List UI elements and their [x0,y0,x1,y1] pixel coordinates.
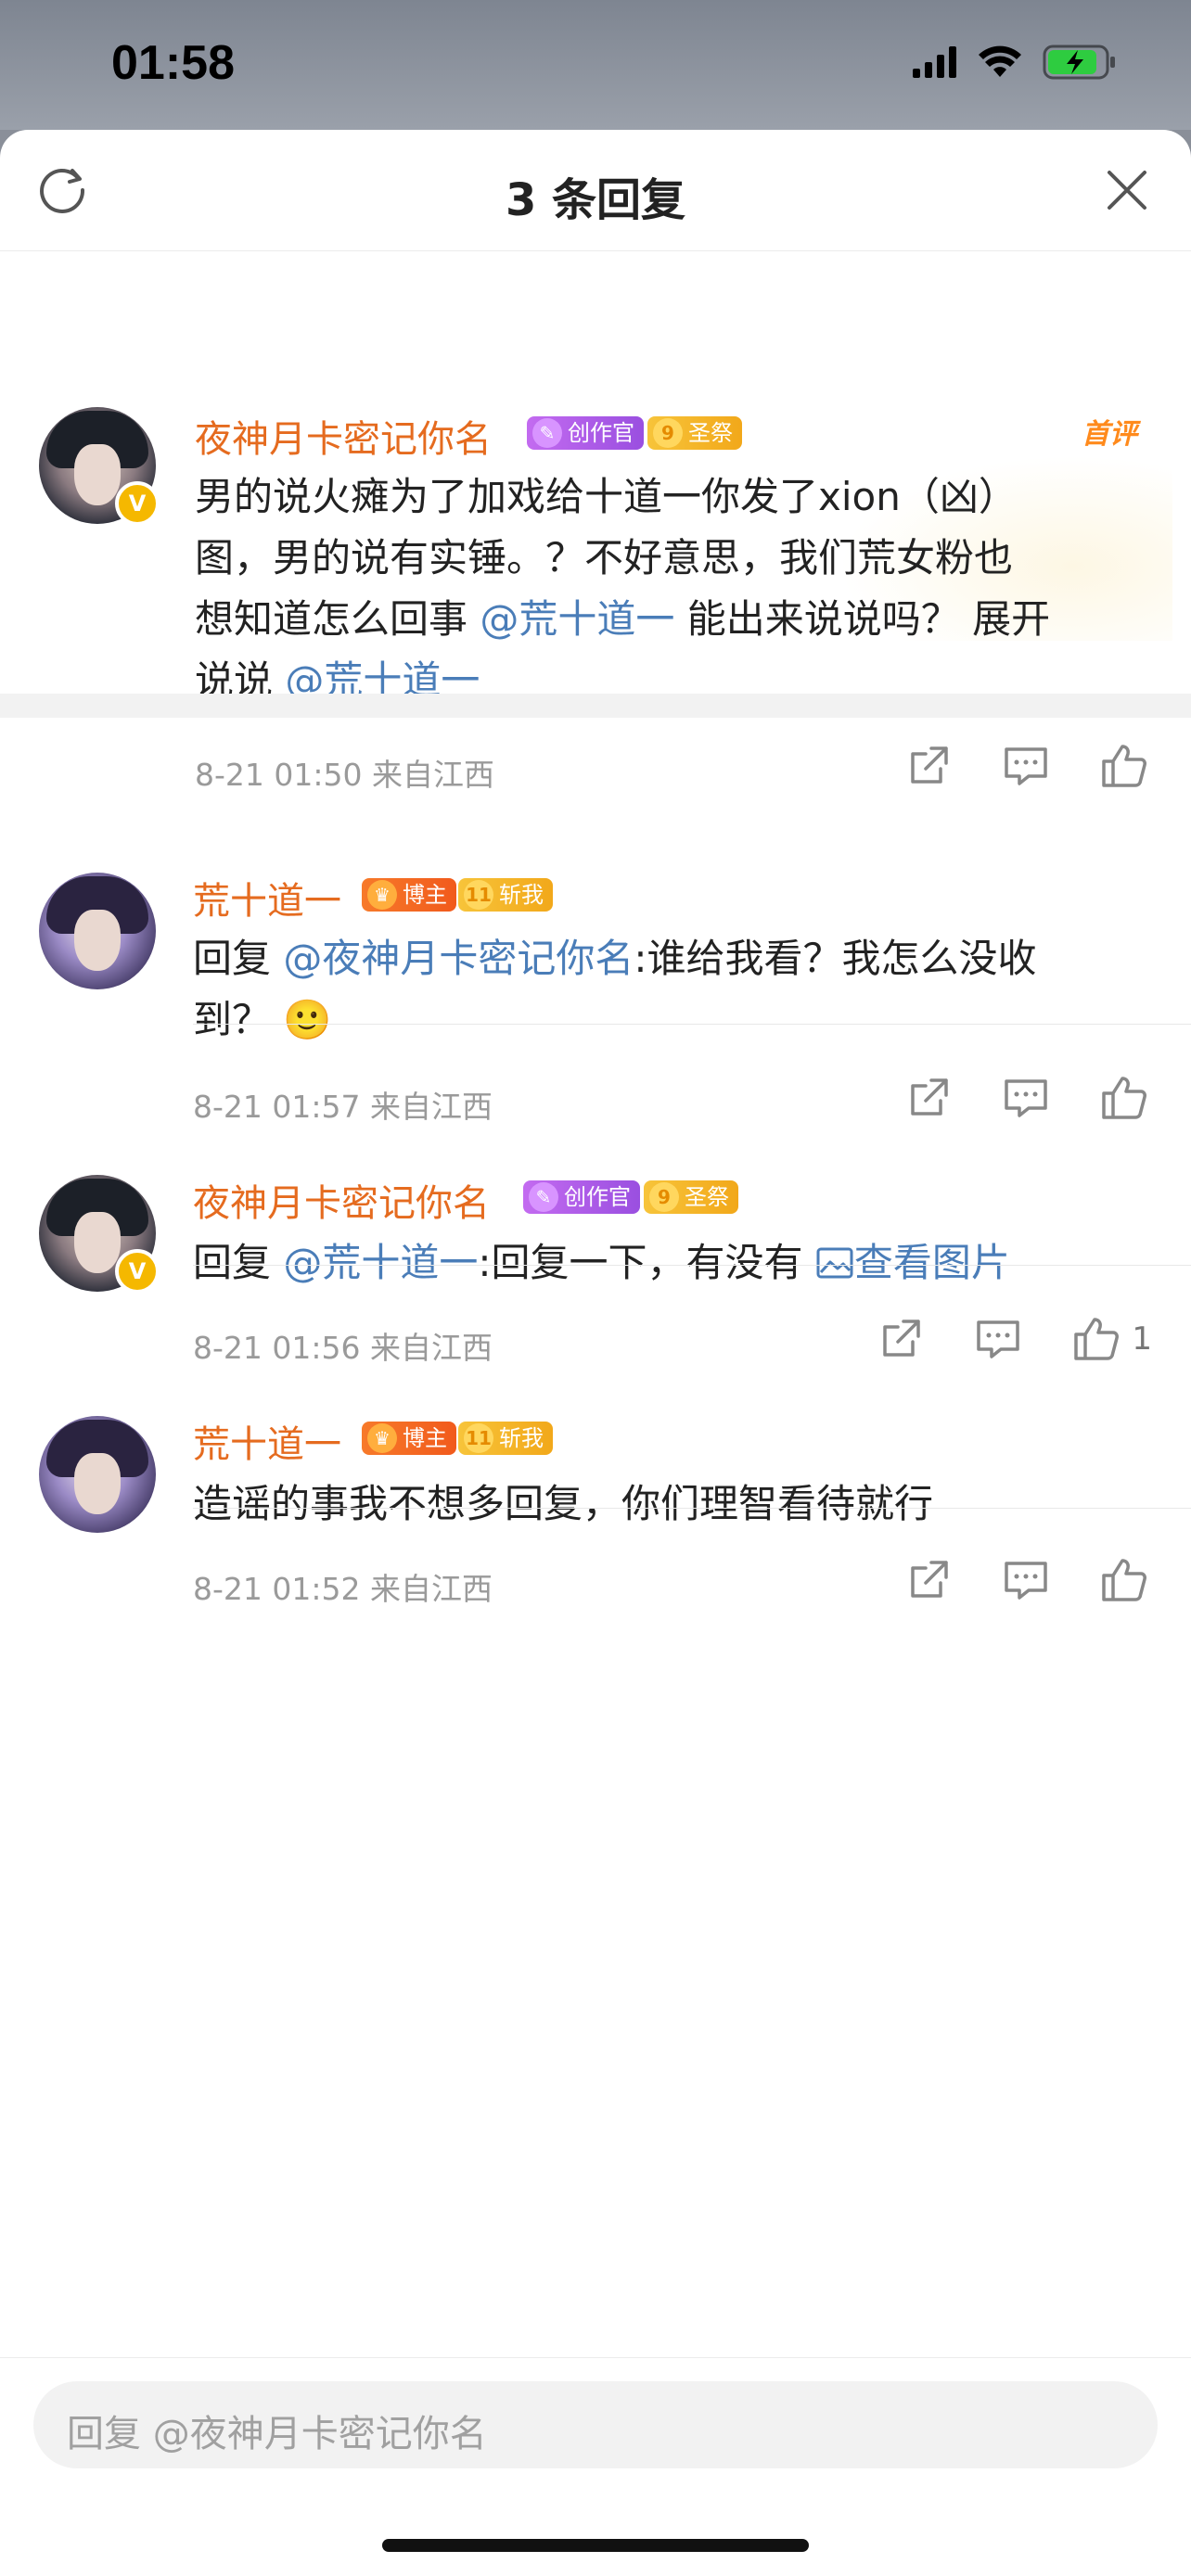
creator-badge-icon: ✎ [529,1182,558,1212]
sheet-title: 3 条回复 [505,174,686,226]
avatar[interactable] [39,873,156,989]
signal-icon [913,46,956,78]
verified-badge-icon: V [115,481,160,526]
like-icon[interactable] [1098,1555,1148,1605]
divider [193,1508,1191,1509]
like-icon[interactable] [1070,1314,1121,1364]
comment-meta: 8-21 01:52 来自江西 [193,1564,493,1609]
share-icon[interactable] [876,1314,926,1364]
level-badge-icon: 9 [653,418,683,448]
share-icon[interactable] [903,1073,954,1123]
comment-location: 来自江西 [372,757,494,793]
crown-icon: ♛ [367,880,397,910]
share-icon[interactable] [903,741,954,791]
mention-link[interactable]: @荒十道一 [283,1240,478,1285]
status-time: 01:58 [111,36,235,90]
username[interactable]: 夜神月卡密记你名 [193,1173,490,1227]
verified-badge-icon: V [115,1249,160,1294]
username[interactable]: 荒十道一 [193,1414,341,1468]
comment-text: 造谣的事我不想多回复，你们理智看待就行 [193,1481,934,1526]
comment-meta: 8-21 01:56 来自江西 [193,1323,493,1368]
wifi-icon [979,45,1021,77]
comment-text: 男的说火瘫为了加戏给十道一你发了xion（凶） 图，男的说有实锤。？不好意思，我… [195,474,1051,703]
reply-input-placeholder: 回复 @夜神月卡密记你名 [67,2413,487,2455]
creator-badge[interactable]: ✎ 创作官 [527,416,644,450]
level-badge[interactable]: 9 圣祭 [644,1180,738,1214]
comment-text: 回复 @荒十道一:回复一下，有没有 查看图片 [193,1240,1010,1285]
level-badge[interactable]: 9 圣祭 [647,416,742,450]
like-count: 1 [1132,1320,1152,1358]
sheet-header: 3 条回复 [0,130,1191,251]
blogger-badge[interactable]: ♛ 博主 [362,878,456,912]
comment-actions [903,1073,1148,1123]
reply-input[interactable]: 回复 @夜神月卡密记你名 [33,2381,1158,2468]
comment-icon[interactable] [1001,741,1051,791]
battery-icon [1043,45,1115,80]
mention-link[interactable]: @夜神月卡密记你名 [283,936,634,981]
crown-icon: ♛ [367,1423,397,1453]
level-badge-icon: 11 [464,1423,493,1453]
like-icon[interactable] [1098,1073,1148,1123]
avatar[interactable] [39,1416,156,1533]
comment-location: 来自江西 [370,1571,493,1607]
creator-badge[interactable]: ✎ 创作官 [523,1180,640,1214]
comment-location: 来自江西 [370,1330,493,1366]
comment-actions: 1 [876,1314,1152,1364]
avatar[interactable]: V [39,1175,160,1294]
mention-link[interactable]: @荒十道一 [480,596,674,642]
comment-time: 8-21 01:52 [193,1571,361,1607]
first-comment-tag: 首评 [1082,418,1137,451]
home-indicator[interactable] [382,2539,809,2552]
username[interactable]: 夜神月卡密记你名 [195,409,492,463]
comment-actions [903,1555,1148,1605]
username[interactable]: 荒十道一 [193,871,341,925]
level-badge-icon: 9 [649,1182,679,1212]
comment-time: 8-21 01:50 [195,757,363,793]
input-divider [0,2357,1191,2358]
like-icon[interactable] [1098,741,1148,791]
comment-icon[interactable] [1001,1555,1051,1605]
comment-icon[interactable] [973,1314,1023,1364]
view-image-link[interactable]: 查看图片 [815,1240,1010,1285]
smile-emoji-icon: 🙂 [283,997,332,1042]
level-badge[interactable]: 11 斩我 [458,1422,553,1455]
status-bar: 01:58 [0,0,1191,130]
comment-text: 回复 @夜神月卡密记你名:谁给我看？我怎么没收 到？ 🙂 [193,936,1037,1042]
close-icon[interactable] [1104,167,1150,213]
comment-time: 8-21 01:56 [193,1330,361,1366]
creator-badge-icon: ✎ [532,418,562,448]
comment-meta: 8-21 01:57 来自江西 [193,1082,493,1127]
level-badge-icon: 11 [464,880,493,910]
comment-location: 来自江西 [370,1089,493,1125]
comment-meta: 8-21 01:50 来自江西 [195,750,494,795]
comment-icon[interactable] [1001,1073,1051,1123]
divider [193,1265,1191,1266]
avatar[interactable]: V [39,407,160,526]
share-icon[interactable] [903,1555,954,1605]
section-divider [0,694,1191,718]
status-icons [913,45,1117,80]
image-icon [816,1247,853,1279]
blogger-badge[interactable]: ♛ 博主 [362,1422,456,1455]
comment-time: 8-21 01:57 [193,1089,361,1125]
level-badge[interactable]: 11 斩我 [458,878,553,912]
divider [193,1024,1191,1025]
comment-actions [903,741,1148,791]
replies-sheet: 3 条回复 首评 V 夜神月卡密记你名 ✎ 创作官 9 圣祭 男的说火瘫为了加戏… [0,130,1191,2576]
